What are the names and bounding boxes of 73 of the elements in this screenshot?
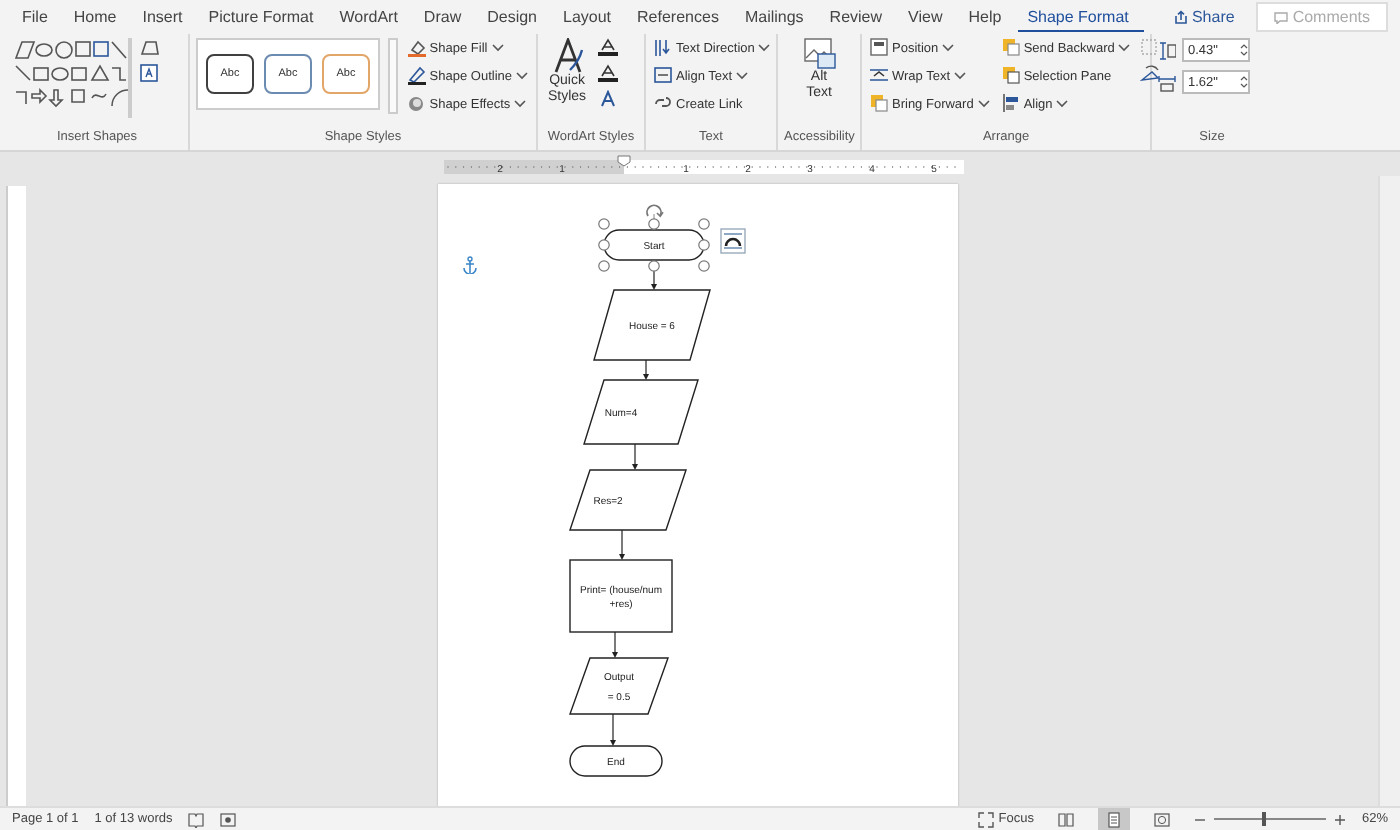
dropdown-caret-icon <box>1118 44 1131 52</box>
read-mode-icon <box>1057 811 1074 827</box>
ribbon-tab[interactable]: File <box>12 3 64 31</box>
data-shape[interactable] <box>569 469 687 531</box>
ribbon-tab[interactable]: References <box>627 3 735 31</box>
spinner-icon <box>1240 74 1248 90</box>
shape-width-icon <box>1158 73 1176 91</box>
macro-icon <box>220 811 237 827</box>
ribbon-tab[interactable]: Mailings <box>734 3 820 31</box>
rotate-handle-icon <box>647 205 663 217</box>
share-button[interactable]: Share <box>1163 4 1245 30</box>
edit-shape-icon <box>140 38 160 56</box>
data-shape[interactable] <box>583 379 699 445</box>
ribbon-tab[interactable]: Help <box>958 3 1018 31</box>
minus-icon <box>1193 813 1206 825</box>
web-layout-icon <box>1153 811 1170 827</box>
text-direction-icon <box>654 38 672 58</box>
paint-bucket-icon <box>407 38 426 58</box>
data-shape[interactable] <box>593 289 711 361</box>
ribbon-tab[interactable]: Shape Format <box>1017 3 1145 31</box>
layout-options-icon <box>721 229 745 253</box>
ribbon-tab[interactable]: WordArt <box>329 3 414 31</box>
text-effects-icon <box>598 90 619 108</box>
bring-forward-icon <box>870 94 888 114</box>
book-proofing-icon <box>188 811 205 827</box>
text-box-icon <box>140 64 158 82</box>
connector-arrow <box>612 631 618 658</box>
ribbon-tab[interactable]: Insert <box>132 3 199 31</box>
view-button[interactable] <box>1097 808 1130 830</box>
wrap-text-icon <box>870 66 888 86</box>
plus-icon <box>1333 813 1346 825</box>
ribbon-tab[interactable]: Draw <box>413 3 478 31</box>
connector-arrow <box>610 713 616 746</box>
dropdown-caret-icon <box>977 100 990 108</box>
share-icon <box>1173 10 1188 24</box>
print-layout-icon <box>1105 811 1122 827</box>
focus-icon <box>978 811 995 827</box>
connector-arrow <box>632 443 638 470</box>
process-shape[interactable] <box>569 559 673 633</box>
pencil-icon <box>407 66 426 86</box>
zoom-slider-thumb[interactable] <box>1262 812 1267 826</box>
terminal-shape[interactable] <box>603 229 705 261</box>
ribbon-tab[interactable]: Layout <box>553 3 628 31</box>
dropdown-caret-icon <box>516 72 528 80</box>
shape-height-icon <box>1158 41 1176 59</box>
effects-icon <box>407 94 426 114</box>
dropdown-caret-icon <box>758 44 771 52</box>
ribbon-tab[interactable]: Review <box>819 3 899 31</box>
ribbon-tab[interactable]: Picture Format <box>198 3 330 31</box>
text-outline-icon <box>598 64 619 82</box>
dropdown-caret-icon <box>514 100 527 108</box>
terminal-shape[interactable] <box>569 745 663 777</box>
selection-handles[interactable] <box>598 213 710 272</box>
comment-icon <box>1274 11 1289 23</box>
anchor-icon <box>464 257 476 274</box>
align-text-icon <box>654 66 672 86</box>
wordart-letter-icon <box>551 38 584 74</box>
ribbon-tab[interactable]: Home <box>63 3 133 31</box>
gallery-scrollbar[interactable] <box>388 38 398 114</box>
connector-arrow <box>619 529 625 560</box>
align-icon <box>1001 94 1020 114</box>
dropdown-caret-icon <box>954 72 967 80</box>
ribbon-tab[interactable]: View <box>898 3 959 31</box>
connector-arrow <box>643 359 649 380</box>
dropdown-caret-icon <box>942 44 955 52</box>
text-fill-icon <box>598 38 619 56</box>
dropdown-caret-icon <box>1056 100 1069 108</box>
ribbon-tab[interactable]: Design <box>477 3 553 31</box>
data-shape[interactable] <box>569 657 669 715</box>
dropdown-caret-icon <box>491 44 504 52</box>
dropdown-caret-icon <box>736 72 749 80</box>
spinner-icon <box>1240 42 1248 58</box>
selection-pane-icon <box>1001 66 1020 86</box>
